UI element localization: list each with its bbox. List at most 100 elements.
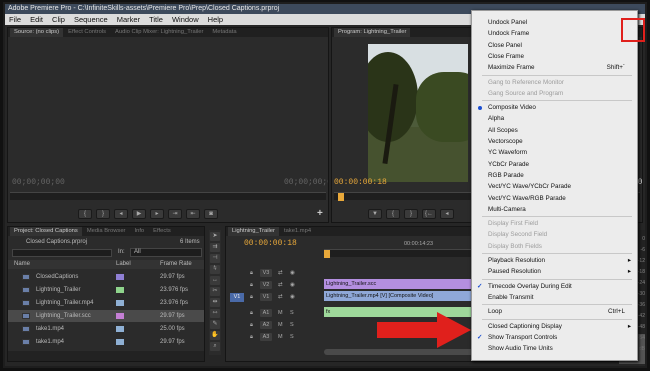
menu-item-all-scopes[interactable]: All Scopes [472,125,639,136]
insert-button[interactable]: ⇥ [168,209,182,219]
slip-tool-icon[interactable]: ⇹ [210,298,220,307]
source-patch-v1[interactable]: V1 [230,293,244,302]
label-color-swatch[interactable] [116,287,124,293]
step-back-button[interactable]: ◂ [440,209,454,219]
column-name[interactable]: Name [14,260,30,269]
menu-item-close-panel[interactable]: Close Panel [472,40,639,51]
menu-clip[interactable]: Clip [52,14,65,25]
sync-icon[interactable]: ⇄ [278,279,283,291]
menu-item-alpha[interactable]: Alpha [472,113,639,124]
tab-project-2[interactable]: Info [130,227,148,236]
lock-icon[interactable]: 🔒︎ [250,307,253,319]
label-color-swatch[interactable] [116,300,124,306]
eye-icon[interactable]: ◉ [290,291,295,303]
overwrite-button[interactable]: ⇤ [186,209,200,219]
menu-help[interactable]: Help [208,14,223,25]
hand-tool-icon[interactable]: ✋ [210,331,220,340]
tab-sequence-1[interactable]: take1.mp4 [280,227,315,236]
label-color-swatch[interactable] [116,313,124,319]
project-search-input[interactable] [12,249,112,257]
menu-item-playback-resolution[interactable]: Playback Resolution ▸ [472,255,639,266]
project-item-row[interactable]: ClosedCaptions 29.97 fps [8,271,204,283]
pen-tool-icon[interactable]: ✎ [210,320,220,329]
mark-out-button[interactable]: } [96,209,110,219]
mark-in-button[interactable]: { [386,209,400,219]
label-color-swatch[interactable] [116,326,124,332]
solo-icon[interactable]: S [290,307,294,319]
eye-icon[interactable]: ◉ [290,279,295,291]
project-item-row[interactable]: take1.mp4 29.97 fps [8,336,204,348]
rate-stretch-tool-icon[interactable]: ↔ [210,276,220,285]
step-back-button[interactable]: ◂ [114,209,128,219]
menu-item-show-audio-time-units[interactable]: Show Audio Time Units [472,343,639,354]
lock-icon[interactable]: 🔒︎ [250,331,253,343]
lock-icon[interactable]: 🔒︎ [250,279,253,291]
tab-source-1[interactable]: Effect Controls [64,28,110,37]
source-button-editor-icon[interactable]: + [317,208,323,219]
play-button[interactable]: ▶ [132,209,146,219]
menu-item-show-transport-controls[interactable]: ✓ Show Transport Controls [472,332,639,343]
mute-icon[interactable]: M [278,319,283,331]
tab-program[interactable]: Program: Lightning_Trailer [334,28,411,37]
menu-item-undock-frame[interactable]: Undock Frame [472,28,639,39]
lock-icon[interactable]: 🔒︎ [250,319,253,331]
selection-tool-icon[interactable]: ➤ [210,232,220,241]
menu-item-loop[interactable]: Loop Ctrl+L [472,306,639,317]
sync-icon[interactable]: ⇄ [278,267,283,279]
label-color-swatch[interactable] [116,339,124,345]
mute-icon[interactable]: M [278,307,283,319]
column-frame-rate[interactable]: Frame Rate [160,260,192,269]
tab-project-3[interactable]: Effects [149,227,175,236]
menu-edit[interactable]: Edit [30,14,43,25]
track-header[interactable]: 🔒︎ V2 ⇄ ◉ [228,279,323,291]
track-select-tool-icon[interactable]: ⇉ [210,243,220,252]
program-timecode[interactable]: 00:00:00:18 [334,178,387,187]
solo-icon[interactable]: S [290,319,294,331]
program-playhead[interactable] [338,193,344,201]
tab-project-0[interactable]: Project: Closed Captions [10,227,82,236]
menu-window[interactable]: Window [172,14,199,25]
mark-out-button[interactable]: } [404,209,418,219]
mark-in-button[interactable]: { [78,209,92,219]
menu-item-timecode-overlay-during-edit[interactable]: ✓ Timecode Overlay During Edit [472,281,639,292]
slide-tool-icon[interactable]: ⇿ [210,309,220,318]
timeline-timecode[interactable]: 00:00:00:18 [244,239,297,248]
mute-icon[interactable]: M [278,331,283,343]
project-item-row[interactable]: Lightning_Trailer.scc 29.97 fps [8,310,204,322]
razor-tool-icon[interactable]: ✂ [210,287,220,296]
menu-item-undock-panel[interactable]: Undock Panel [472,17,639,28]
eye-icon[interactable]: ◉ [290,267,295,279]
rolling-edit-tool-icon[interactable]: ⫩ [210,265,220,274]
solo-icon[interactable]: S [290,331,294,343]
ripple-edit-tool-icon[interactable]: ⊣ [210,254,220,263]
menu-item-closed-captioning-display[interactable]: Closed Captioning Display ▸ [472,321,639,332]
video-clip[interactable]: Lightning_Trailer.mp4 [V] [Composite Vid… [324,291,474,301]
track-header[interactable]: 🔒︎ A2 M S [228,319,323,331]
project-item-row[interactable]: Lightning_Trailer 23.976 fps [8,284,204,296]
lock-icon[interactable]: 🔒︎ [250,291,253,303]
menu-item-vect-yc-wave-rgb-parade[interactable]: Vect/YC Wave/RGB Parade [472,193,639,204]
tab-project-1[interactable]: Media Browser [83,227,130,236]
menu-item-ycbcr-parade[interactable]: YCbCr Parade [472,159,639,170]
tab-source-0[interactable]: Source: (no clips) [10,28,64,37]
menu-item-multi-camera[interactable]: Multi-Camera [472,204,639,215]
track-header[interactable]: 🔒︎ A3 M S [228,331,323,343]
menu-item-close-frame[interactable]: Close Frame [472,51,639,62]
track-header[interactable]: 🔒︎ A1 M S [228,307,323,319]
tab-sequence-0[interactable]: Lightning_Trailer [228,227,279,236]
menu-marker[interactable]: Marker [117,14,140,25]
project-item-row[interactable]: Lightning_Trailer.mp4 23.976 fps [8,297,204,309]
in-filter-select[interactable]: All [130,248,202,257]
export-frame-button[interactable]: ◙ [204,209,218,219]
sync-icon[interactable]: ⇄ [278,291,283,303]
zoom-tool-icon[interactable]: ⌕ [210,342,220,351]
add-marker-button[interactable]: ▼ [368,209,382,219]
step-forward-button[interactable]: ▸ [150,209,164,219]
menu-item-enable-transmit[interactable]: Enable Transmit [472,292,639,303]
track-header[interactable]: 🔒︎ V3 ⇄ ◉ [228,267,323,279]
timeline-playhead[interactable] [324,250,330,258]
tab-source-3[interactable]: Metadata [208,28,240,37]
menu-file[interactable]: File [9,14,21,25]
menu-item-composite-video[interactable]: Composite Video [472,102,639,113]
menu-item-vectorscope[interactable]: Vectorscope [472,136,639,147]
